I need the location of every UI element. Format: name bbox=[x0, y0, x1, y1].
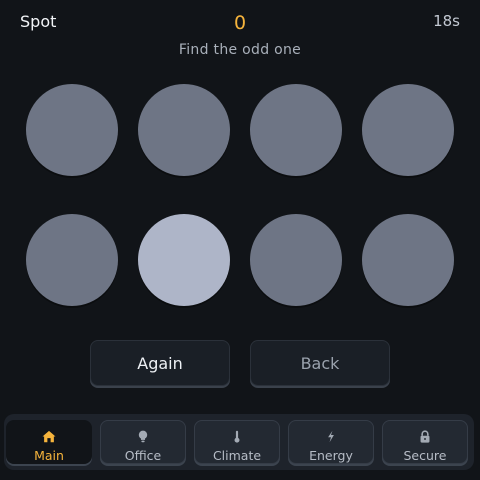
lightbulb-icon bbox=[138, 430, 148, 443]
lightning-icon bbox=[328, 430, 334, 443]
circle-cell-3[interactable] bbox=[250, 84, 342, 176]
tab-climate[interactable]: Climate bbox=[194, 420, 280, 464]
score-counter: 0 bbox=[233, 12, 247, 34]
instruction-text: Find the odd one bbox=[178, 42, 302, 58]
back-button[interactable]: Back bbox=[250, 340, 390, 386]
tab-energy[interactable]: Energy bbox=[288, 420, 374, 464]
tab-main[interactable]: Main bbox=[6, 420, 92, 464]
circle-cell-6[interactable] bbox=[138, 214, 230, 306]
circle-grid bbox=[26, 84, 454, 308]
tab-label: Energy bbox=[309, 448, 353, 463]
lock-icon bbox=[420, 430, 430, 443]
bottom-nav-bar: Main Office Climate Energy Secure bbox=[4, 414, 474, 470]
header: Spot 0 18s bbox=[0, 0, 480, 40]
tab-label: Main bbox=[34, 448, 64, 463]
circle-cell-4[interactable] bbox=[362, 84, 454, 176]
circle-cell-7[interactable] bbox=[250, 214, 342, 306]
home-icon bbox=[42, 430, 56, 443]
tab-office[interactable]: Office bbox=[100, 420, 186, 464]
circle-cell-2[interactable] bbox=[138, 84, 230, 176]
spot-game-screen: Spot 0 18s Find the odd one Again Back M… bbox=[0, 0, 480, 480]
thermometer-icon bbox=[234, 430, 240, 443]
tab-secure[interactable]: Secure bbox=[382, 420, 468, 464]
tab-label: Office bbox=[124, 448, 162, 463]
circle-cell-5[interactable] bbox=[26, 214, 118, 306]
tab-label: Secure bbox=[403, 448, 447, 463]
circle-cell-8[interactable] bbox=[362, 214, 454, 306]
timer: 18s bbox=[433, 12, 460, 30]
circle-cell-1[interactable] bbox=[26, 84, 118, 176]
tab-label: Climate bbox=[212, 448, 262, 463]
again-button[interactable]: Again bbox=[90, 340, 230, 386]
